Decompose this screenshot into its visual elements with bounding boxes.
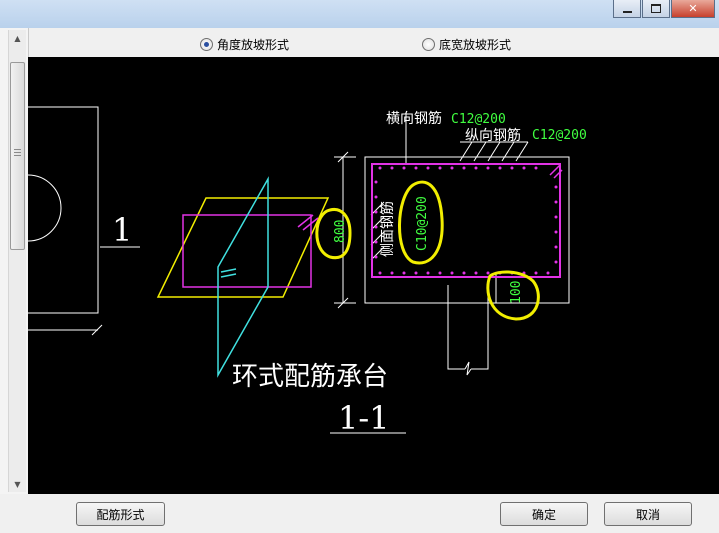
leader-longitudinal xyxy=(515,141,529,162)
rebar-dot xyxy=(450,166,454,170)
side-rebar-label: 侧面钢筋 xyxy=(379,201,396,257)
rebar-dot xyxy=(534,166,538,170)
drawing-canvas: 1 横向钢筋 C12@200 纵向钢筋 C12@200 侧面钢筋 C10@200… xyxy=(28,57,719,494)
rebar-dot xyxy=(374,180,378,184)
maximize-icon xyxy=(651,4,661,13)
axis-mark xyxy=(220,273,237,278)
rebar-dot xyxy=(414,271,418,275)
rebar-dot xyxy=(554,200,558,204)
radio-selected-icon[interactable] xyxy=(200,38,213,51)
rebar-dot xyxy=(554,245,558,249)
longitudinal-rebar-label: 纵向钢筋 xyxy=(465,127,521,144)
axis-plane xyxy=(217,176,269,378)
rebar-dot xyxy=(374,240,378,244)
rebar-dot xyxy=(402,271,406,275)
rebar-dot xyxy=(498,166,502,170)
window-controls: ✕ xyxy=(613,0,715,18)
height-dimension-value: 800 xyxy=(333,220,348,243)
minimize-icon xyxy=(622,10,632,13)
width-slope-radio[interactable]: 底宽放坡形式 xyxy=(422,36,511,53)
scroll-down-icon[interactable]: ▼ xyxy=(9,476,26,492)
leader-longitudinal xyxy=(487,141,501,162)
rebar-dot xyxy=(374,195,378,199)
pile-cap-drawing: 1 横向钢筋 C12@200 纵向钢筋 C12@200 侧面钢筋 C10@200… xyxy=(28,106,587,437)
rebar-dot xyxy=(414,166,418,170)
radio-unselected-icon[interactable] xyxy=(422,38,435,51)
pile-circle xyxy=(28,174,62,242)
rebar-dot xyxy=(486,271,490,275)
maximize-button[interactable] xyxy=(642,0,670,18)
longitudinal-rebar-spec: C12@200 xyxy=(532,128,587,143)
grip-line xyxy=(14,152,21,153)
rebar-dot xyxy=(554,260,558,264)
grip-line xyxy=(14,149,21,150)
pile-left-edge xyxy=(447,285,465,370)
rebar-dot xyxy=(390,166,394,170)
rebar-dots xyxy=(374,166,558,275)
rebar-dot xyxy=(462,166,466,170)
rebar-dot xyxy=(438,166,442,170)
section-title: 1-1 xyxy=(338,399,390,437)
vertical-scrollbar[interactable]: ▲ ▼ xyxy=(8,30,26,492)
transverse-rebar-spec: C12@200 xyxy=(451,112,506,127)
rebar-form-button[interactable]: 配筋形式 xyxy=(76,502,165,526)
ok-button[interactable]: 确定 xyxy=(500,502,588,526)
grip-line xyxy=(14,155,21,156)
transverse-rebar-label: 横向钢筋 xyxy=(386,110,442,127)
rebar-dot xyxy=(554,215,558,219)
scroll-up-icon[interactable]: ▲ xyxy=(9,30,26,46)
cancel-button[interactable]: 取消 xyxy=(604,502,692,526)
rebar-dot xyxy=(474,166,478,170)
rebar-dot xyxy=(390,271,394,275)
angle-slope-label: 角度放坡形式 xyxy=(217,38,290,52)
rebar-dot xyxy=(426,166,430,170)
rebar-dot xyxy=(374,225,378,229)
angle-slope-radio[interactable]: 角度放坡形式 xyxy=(200,36,289,53)
rebar-dot xyxy=(554,230,558,234)
plan-outline xyxy=(28,106,99,314)
rebar-dot xyxy=(438,271,442,275)
close-icon: ✕ xyxy=(688,2,698,15)
rebar-dot xyxy=(534,271,538,275)
close-button[interactable]: ✕ xyxy=(671,0,715,18)
rebar-dot xyxy=(426,271,430,275)
cap-sketch xyxy=(156,176,330,378)
rebar-dot xyxy=(450,271,454,275)
rebar-dot xyxy=(522,166,526,170)
leader-longitudinal xyxy=(501,141,515,162)
rebar-dot xyxy=(546,271,550,275)
pile-right-edge xyxy=(471,285,489,370)
rebar-dot xyxy=(374,210,378,214)
rebar-dot xyxy=(486,166,490,170)
rebar-dot xyxy=(510,166,514,170)
rebar-dot xyxy=(378,271,382,275)
rebar-dot xyxy=(474,271,478,275)
rebar-dot xyxy=(374,255,378,259)
break-line xyxy=(464,361,472,376)
slope-form-options: 角度放坡形式 底宽放坡形式 xyxy=(28,32,719,56)
rebar-dot xyxy=(402,166,406,170)
scroll-thumb[interactable] xyxy=(10,62,25,250)
section-number-label: 1 xyxy=(112,211,132,249)
minimize-button[interactable] xyxy=(613,0,641,18)
leader-longitudinal xyxy=(473,141,487,162)
axis-mark xyxy=(220,268,237,273)
leader-longitudinal xyxy=(459,141,473,162)
drawing-caption: 环式配筋承台 xyxy=(232,362,388,392)
dialog-footer: 配筋形式 确定 取消 xyxy=(0,494,719,533)
width-slope-label: 底宽放坡形式 xyxy=(439,38,512,52)
cover-dimension-value: 100 xyxy=(509,281,524,304)
rebar-dot xyxy=(554,185,558,189)
title-bar: ✕ xyxy=(0,0,719,28)
rebar-dot xyxy=(462,271,466,275)
side-rebar-spec: C10@200 xyxy=(415,196,430,251)
rebar-dot xyxy=(378,166,382,170)
